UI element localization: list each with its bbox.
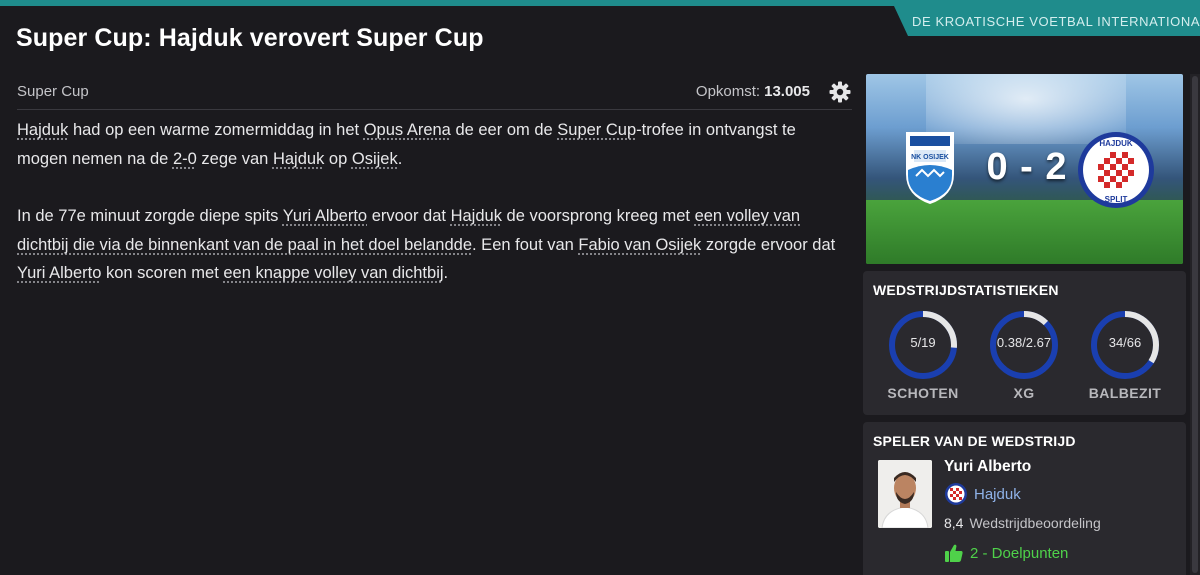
article-link[interactable]: Yuri Alberto xyxy=(283,207,367,225)
potm-title: SPELER VAN DE WEDSTRIJD xyxy=(873,433,1076,449)
attendance-label: Opkomst: xyxy=(695,83,761,100)
article-text: op xyxy=(324,149,352,168)
stat-possession: 34/66 BALBEZIT xyxy=(1075,309,1175,401)
article-text: . xyxy=(443,264,449,282)
shots-label: SCHOTEN xyxy=(887,385,959,401)
article-link[interactable]: Yuri Alberto xyxy=(17,264,101,282)
thumbs-up-icon xyxy=(945,544,963,562)
page-title: Super Cup: Hajduk verovert Super Cup xyxy=(16,24,484,52)
article-text: had op een warme zomermiddag in het xyxy=(68,121,364,139)
article-link[interactable]: Hajduk xyxy=(451,207,502,225)
source-label: DE KROATISCHE VOETBAL INTERNATIONAL xyxy=(912,13,1200,29)
rating-value: 8,4 xyxy=(944,515,964,531)
svg-text:NK OSIJEK: NK OSIJEK xyxy=(911,154,949,161)
player-of-match-card: SPELER VAN DE WEDSTRIJD Yuri Alberto Haj… xyxy=(863,422,1186,575)
article-text: ervoor dat xyxy=(367,207,451,225)
stat-shots: 5/19 SCHOTEN xyxy=(873,309,973,401)
hajduk-club-icon xyxy=(945,483,967,505)
xg-label: XG xyxy=(1013,385,1035,401)
player-photo[interactable] xyxy=(878,460,932,528)
article-link[interactable]: Hajduk xyxy=(17,121,68,139)
competition-label: Super Cup xyxy=(17,83,89,100)
article-paragraph-1: Hajduk had op een warme zomermiddag in h… xyxy=(17,116,847,173)
osijek-crest-icon: NK OSIJEK xyxy=(902,130,958,206)
meta-row: Super Cup Opkomst: 13.005 xyxy=(17,74,852,110)
match-score: 0 - 2 xyxy=(986,146,1068,188)
article-text: zege van xyxy=(196,149,273,168)
article-text: In de 77e minuut zorgde diepe spits xyxy=(17,207,283,225)
scrollbar[interactable] xyxy=(1190,74,1200,575)
article-paragraph-2: In de 77e minuut zorgde diepe spits Yuri… xyxy=(17,202,847,288)
club-name: Hajduk xyxy=(974,485,1021,503)
attendance-value: 13.005 xyxy=(764,83,810,100)
hajduk-crest-icon: HAJDUK SPLIT xyxy=(1076,130,1156,218)
article-body: Hajduk had op een warme zomermiddag in h… xyxy=(17,116,847,317)
article-link[interactable]: Osijek xyxy=(352,150,398,168)
stat-xg: 0.38/2.67 XG xyxy=(974,309,1074,401)
possession-label: BALBEZIT xyxy=(1088,385,1162,401)
svg-text:SPLIT: SPLIT xyxy=(1105,195,1128,204)
match-score-panel[interactable]: NK OSIJEK 0 - 2 HAJDUK SPLIT xyxy=(866,74,1183,264)
scrollbar-thumb[interactable] xyxy=(1192,76,1198,573)
top-accent-bar xyxy=(0,0,1200,6)
rating-label: Wedstrijdbeoordeling xyxy=(969,515,1101,531)
article-link[interactable]: Hajduk xyxy=(273,150,324,168)
article-link[interactable]: Super Cup xyxy=(557,121,636,139)
article-text: . Een fout van xyxy=(472,235,579,254)
article-text: . xyxy=(397,149,403,168)
article-text: zorgde ervoor dat xyxy=(701,235,836,254)
article-text: de eer om de xyxy=(450,121,558,139)
article-link[interactable]: Opus Arena xyxy=(364,121,451,139)
gear-icon[interactable] xyxy=(828,80,852,104)
article-link[interactable]: een knappe volley van dichtbij xyxy=(223,264,443,282)
player-club[interactable]: Hajduk xyxy=(944,482,1021,506)
article-text: kon scoren met xyxy=(101,264,224,282)
player-rating: 8,4 Wedstrijdbeoordeling xyxy=(944,515,1101,531)
shots-value: 5/19 xyxy=(910,335,936,350)
attendance: Opkomst: 13.005 xyxy=(696,80,852,104)
article-link[interactable]: Fabio van Osijek xyxy=(578,236,701,254)
source-tag: DE KROATISCHE VOETBAL INTERNATIONAL xyxy=(894,6,1200,36)
article-link[interactable]: 2-0 xyxy=(173,150,197,168)
stats-title: WEDSTRIJDSTATISTIEKEN xyxy=(873,282,1059,298)
player-name[interactable]: Yuri Alberto xyxy=(944,458,1031,476)
svg-text:HAJDUK: HAJDUK xyxy=(1099,139,1133,148)
match-stats-card: WEDSTRIJDSTATISTIEKEN 5/19 SCHOTEN 0.38/… xyxy=(863,271,1186,415)
xg-value: 0.38/2.67 xyxy=(996,335,1052,350)
article-text: de voorsprong kreeg met xyxy=(501,207,695,225)
goals-label: 2 - Doelpunten xyxy=(970,544,1069,562)
possession-value: 34/66 xyxy=(1108,335,1142,350)
player-goals: 2 - Doelpunten xyxy=(944,543,1068,563)
